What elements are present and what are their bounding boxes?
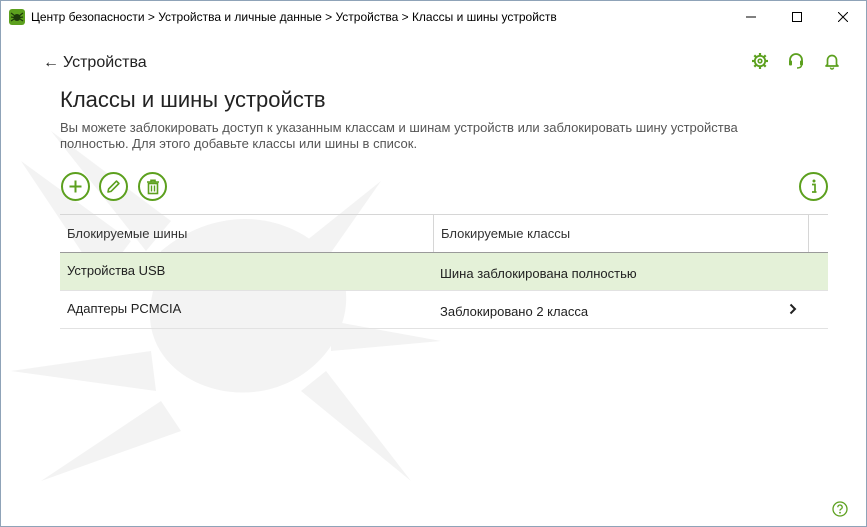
close-button[interactable]: [820, 1, 866, 33]
chevron-right-icon[interactable]: [786, 302, 800, 316]
back-arrow-icon: ←: [43, 54, 59, 71]
device-bus-table: Блокируемые шины Блокируемые классы Устр…: [60, 214, 828, 329]
window-controls: [728, 1, 866, 33]
app-window: Центр безопасности > Устройства и личные…: [0, 0, 867, 527]
page-description: Вы можете заблокировать доступ к указанн…: [60, 120, 738, 151]
classes-cell: Заблокировано 2 класса: [440, 304, 589, 319]
header-icons: [750, 51, 842, 71]
info-button[interactable]: [799, 172, 828, 201]
help-icon[interactable]: [832, 501, 848, 517]
support-icon[interactable]: [786, 51, 806, 71]
settings-icon[interactable]: [750, 51, 770, 71]
delete-button[interactable]: [138, 172, 167, 201]
info-icon: [811, 179, 816, 193]
back-label: Устройства: [63, 54, 147, 71]
edit-icon: [107, 180, 120, 193]
table-row[interactable]: Адаптеры PCMCIA Заблокировано 2 класса: [60, 291, 828, 329]
column-header-classes[interactable]: Блокируемые классы: [434, 215, 809, 252]
table-row[interactable]: Устройства USB Шина заблокирована полнос…: [60, 253, 828, 291]
add-button[interactable]: [61, 172, 90, 201]
title-bar: Центр безопасности > Устройства и личные…: [1, 1, 866, 33]
edit-button[interactable]: [99, 172, 128, 201]
delete-icon: [146, 179, 159, 194]
classes-cell: Шина заблокирована полностью: [440, 266, 637, 281]
bus-cell: Устройства USB: [67, 263, 166, 278]
table-header: Блокируемые шины Блокируемые классы: [60, 214, 828, 253]
back-link[interactable]: ← Устройства: [43, 54, 147, 72]
bus-cell: Адаптеры PCMCIA: [67, 301, 182, 316]
window-title: Центр безопасности > Устройства и личные…: [31, 10, 557, 24]
notifications-icon[interactable]: [822, 51, 842, 71]
minimize-button[interactable]: [728, 1, 774, 33]
column-header-buses[interactable]: Блокируемые шины: [60, 215, 434, 252]
add-icon: [69, 180, 82, 193]
column-header-extra: [809, 215, 828, 252]
maximize-button[interactable]: [774, 1, 820, 33]
drweb-logo-icon: [9, 9, 25, 25]
page-title: Классы и шины устройств: [60, 87, 326, 112]
